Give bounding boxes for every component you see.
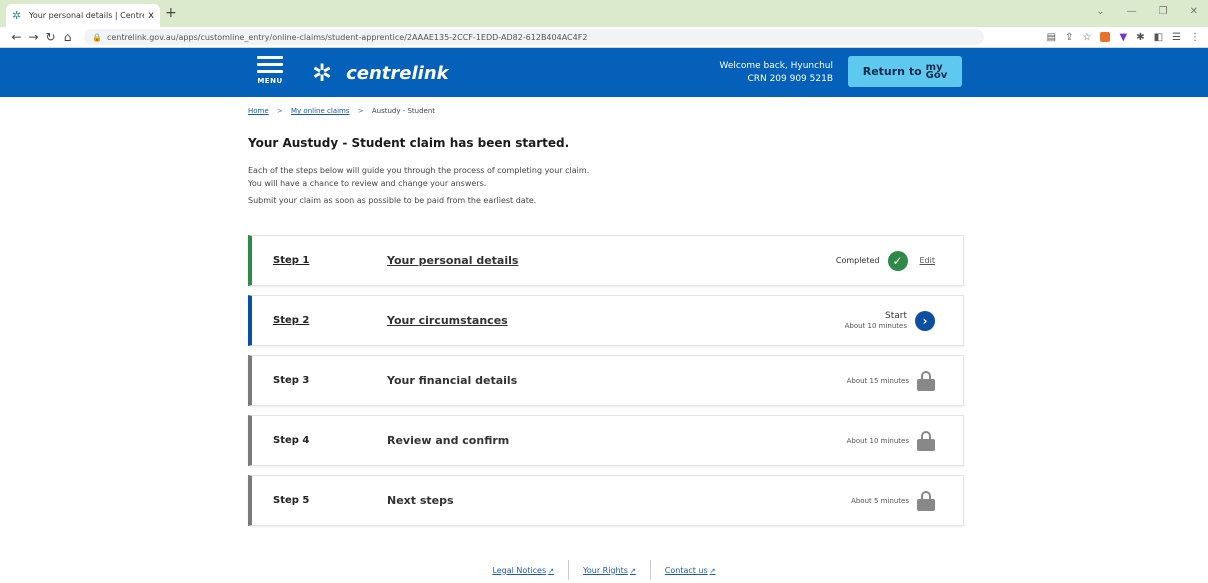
page-title: Your Austudy - Student claim has been st… [248, 136, 570, 150]
reading-list-icon[interactable]: ☰ [1172, 32, 1181, 43]
step-duration: About 10 minutes [844, 322, 907, 330]
step-status: About 5 minutes [851, 476, 935, 525]
share-icon[interactable]: ⇪ [1065, 32, 1073, 43]
address-bar-row: ← → ↻ ⌂ 🔒 centrelink.gov.au/apps/customl… [0, 27, 1208, 48]
new-tab-button[interactable]: + [165, 5, 177, 21]
centrelink-favicon-icon: ✲ [12, 9, 22, 22]
step-duration: About 5 minutes [851, 496, 909, 505]
contact-us-label: Contact us [664, 565, 708, 575]
centrelink-logo[interactable]: ✲ centrelink [312, 61, 449, 85]
intro-text: Each of the steps below will guide you t… [248, 164, 964, 190]
url-field[interactable]: 🔒 centrelink.gov.au/apps/customline_entr… [84, 29, 984, 45]
step-status-text: Start About 10 minutes [845, 311, 907, 330]
legal-notices-link[interactable]: Legal Notices ↗ [478, 566, 568, 575]
extension-orange-icon[interactable] [1100, 32, 1111, 42]
chevron-right-circle-icon[interactable]: › [915, 310, 935, 331]
external-link-icon: ↗ [629, 566, 636, 575]
extensions-puzzle-icon[interactable]: ✱ [1136, 32, 1144, 43]
step-number: Step 3 [273, 375, 310, 386]
steps-list: Step 1 Your personal details Completed ✓… [248, 235, 964, 535]
step-card-5: Step 5 Next steps About 5 minutes [248, 475, 964, 526]
tab-title: Your personal details | Centrelin [29, 11, 145, 20]
brand-name: centrelink [346, 62, 449, 84]
mygov-logo-bottom: Gov [925, 69, 948, 81]
home-icon[interactable]: ⌂ [59, 30, 76, 44]
breadcrumb-current: Austudy - Student [371, 107, 436, 115]
site-header: MENU ✲ centrelink Welcome back, Hyunchul… [0, 48, 1208, 97]
intro-line-1: Each of the steps below will guide you t… [248, 166, 590, 175]
step-card-1: Step 1 Your personal details Completed ✓… [248, 235, 964, 286]
side-panel-icon[interactable]: ◧ [1154, 32, 1163, 43]
intro-line-3: Submit your claim as soon as possible to… [248, 196, 537, 205]
return-label: Return to [862, 65, 922, 78]
step-number-link[interactable]: Step 1 [273, 255, 309, 266]
step-name: Your financial details [387, 374, 518, 387]
mygov-logo: my Gov [925, 62, 948, 81]
step-number-link[interactable]: Step 2 [273, 315, 309, 326]
back-icon[interactable]: ← [8, 30, 25, 44]
contact-us-link[interactable]: Contact us ↗ [651, 566, 730, 575]
secure-lock-icon: 🔒 [92, 32, 102, 42]
bookmark-star-icon[interactable]: ☆ [1083, 32, 1092, 43]
lock-icon [917, 370, 935, 391]
breadcrumb-home-link[interactable]: Home [248, 107, 269, 115]
return-to-mygov-button[interactable]: Return to my Gov [848, 56, 962, 87]
window-close-icon[interactable]: ✕ [1190, 6, 1198, 17]
intro-line-2: You will have a chance to review and cha… [248, 179, 487, 188]
translate-icon[interactable]: ▤ [1047, 32, 1056, 43]
extension-purple-icon[interactable]: ▼ [1119, 32, 1127, 43]
step-duration: About 10 minutes [846, 436, 909, 445]
step-name-link[interactable]: Your circumstances [387, 314, 508, 327]
reload-icon[interactable]: ↻ [42, 30, 59, 44]
step-start-label: Start [885, 311, 907, 321]
breadcrumb: Home > My online claims > Austudy - Stud… [248, 107, 964, 115]
step-number: Step 4 [273, 435, 310, 446]
step-number: Step 5 [273, 495, 310, 506]
main-content: Home > My online claims > Austudy - Stud… [248, 97, 964, 526]
hamburger-icon [255, 56, 285, 73]
check-circle-icon: ✓ [887, 250, 908, 271]
forward-icon[interactable]: → [25, 30, 42, 44]
menu-button[interactable]: MENU [255, 56, 285, 85]
step-name-link[interactable]: Your personal details [387, 254, 518, 267]
browser-extensions: ▤ ⇪ ☆ ▼ ✱ ◧ ☰ ⋮ [1047, 32, 1200, 43]
external-link-icon: ↗ [709, 566, 716, 575]
browser-tab-bar: ✲ Your personal details | Centrelin x + … [0, 0, 1208, 27]
breadcrumb-separator: > [276, 107, 283, 115]
breadcrumb-claims-link[interactable]: My online claims [291, 107, 349, 115]
your-rights-label: Your Rights [583, 565, 628, 575]
browser-tab[interactable]: ✲ Your personal details | Centrelin x [6, 4, 160, 27]
browser-menu-icon[interactable]: ⋮ [1190, 32, 1200, 43]
restore-icon[interactable]: ❐ [1159, 6, 1168, 17]
step-name: Review and confirm [387, 434, 510, 447]
step-status: Start About 10 minutes › [845, 296, 935, 345]
step-status: Completed ✓ Edit [836, 236, 935, 285]
breadcrumb-separator: > [357, 107, 364, 115]
tab-close-icon[interactable]: x [148, 10, 154, 21]
welcome-text: Welcome back, Hyunchul [719, 61, 834, 71]
centrelink-star-icon: ✲ [312, 59, 333, 87]
step-status: About 15 minutes [847, 356, 935, 405]
crn-text: CRN 209 909 521B [747, 74, 833, 84]
footer-links: Legal Notices ↗ Your Rights ↗ Contact us ↗ [0, 560, 1208, 580]
step-status-text: Completed [835, 256, 880, 265]
step-duration: About 15 minutes [846, 376, 909, 385]
your-rights-link[interactable]: Your Rights ↗ [569, 566, 650, 575]
step-card-4: Step 4 Review and confirm About 10 minut… [248, 415, 964, 466]
window-controls: ⌄ — ❐ ✕ [1096, 6, 1198, 17]
menu-label: MENU [257, 77, 283, 85]
welcome-block: Welcome back, Hyunchul CRN 209 909 521B [720, 60, 834, 86]
step-name: Next steps [387, 494, 454, 507]
external-link-icon: ↗ [548, 566, 555, 575]
url-text: centrelink.gov.au/apps/customline_entry/… [106, 32, 588, 42]
step-card-2[interactable]: Step 2 Your circumstances Start About 10… [248, 295, 964, 346]
step-status: About 10 minutes [847, 416, 935, 465]
minimize-icon[interactable]: — [1127, 6, 1137, 17]
legal-notices-label: Legal Notices [492, 565, 547, 575]
edit-link[interactable]: Edit [920, 256, 936, 265]
step-card-3: Step 3 Your financial details About 15 m… [248, 355, 964, 406]
lock-icon [917, 430, 935, 451]
lock-icon [917, 490, 935, 511]
tab-search-icon[interactable]: ⌄ [1096, 6, 1104, 17]
